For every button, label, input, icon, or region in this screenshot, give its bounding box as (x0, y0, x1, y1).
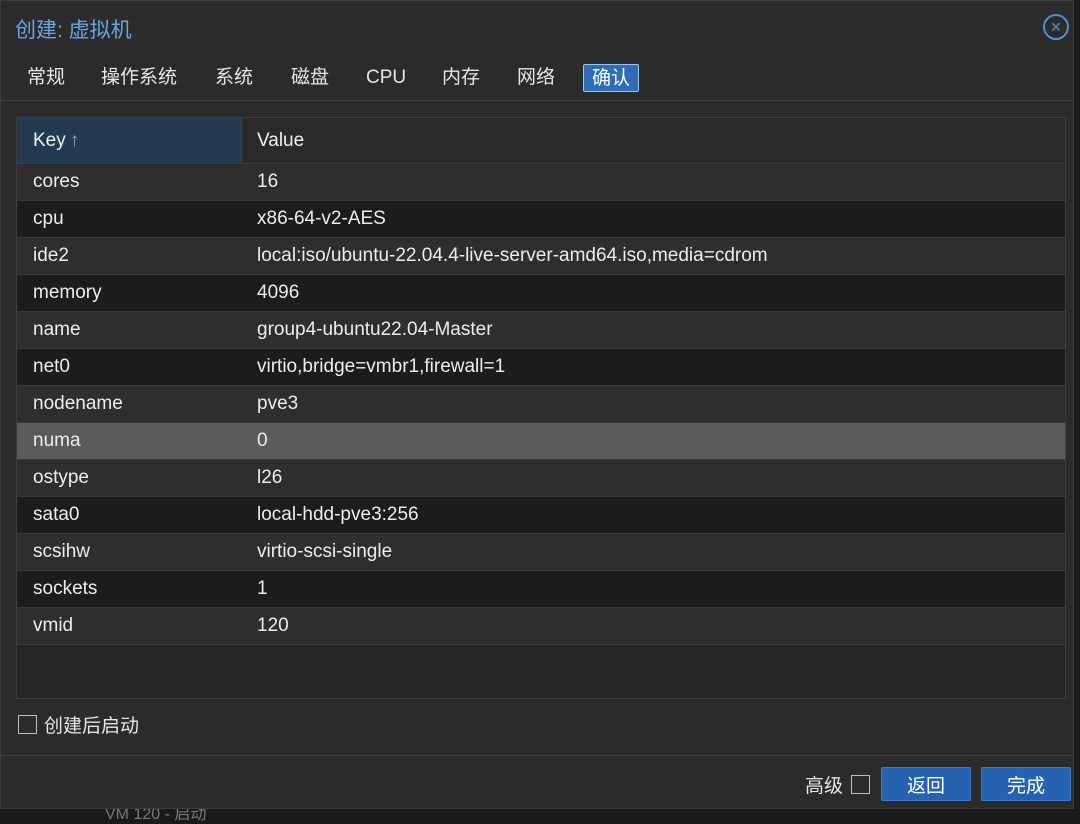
table-row[interactable]: nodename pve3 (17, 386, 1065, 423)
row-value: 120 (257, 615, 289, 636)
start-after-created-label: 创建后启动 (44, 715, 140, 737)
tab-cpu[interactable]: CPU (366, 64, 406, 92)
row-value: virtio-scsi-single (257, 541, 393, 562)
table-row[interactable]: ide2 local:iso/ubuntu-22.04.4-live-server… (17, 238, 1065, 275)
row-value: local-hdd-pve3:256 (257, 504, 419, 525)
row-key: sockets (33, 578, 98, 599)
tab-os[interactable]: 操作系统 (101, 64, 177, 92)
back-button[interactable]: 返回 (881, 767, 971, 801)
column-header-key-label: Key (33, 130, 66, 151)
table-row[interactable]: numa 0 (17, 423, 1065, 460)
row-key: numa (33, 430, 81, 451)
column-header-key[interactable]: Key ↑ (17, 118, 242, 163)
create-vm-dialog: 创建: 虚拟机 ✕ 常规 操作系统 系统 磁盘 CPU 内存 网络 确认 Key… (0, 0, 1074, 809)
row-key: nodename (33, 393, 123, 414)
tab-network[interactable]: 网络 (517, 64, 555, 92)
row-key: sata0 (33, 504, 80, 525)
advanced-checkbox[interactable] (851, 775, 871, 794)
row-key: memory (33, 282, 102, 303)
row-value: 1 (257, 578, 268, 599)
close-icon[interactable]: ✕ (1043, 14, 1069, 40)
dialog-titlebar: 创建: 虚拟机 ✕ (1, 1, 1073, 53)
row-key: net0 (33, 356, 70, 377)
table-row[interactable]: sata0 local-hdd-pve3:256 (17, 497, 1065, 534)
row-key: cpu (33, 208, 64, 229)
row-value: pve3 (257, 393, 299, 414)
grid-header: Key ↑ Value (17, 118, 1065, 164)
table-row[interactable]: cores 16 (17, 164, 1065, 201)
table-row[interactable]: cpu x86-64-v2-AES (17, 201, 1065, 238)
row-value: x86-64-v2-AES (257, 208, 386, 229)
table-row[interactable]: memory 4096 (17, 275, 1065, 312)
advanced-option[interactable]: 高级 (805, 771, 877, 798)
row-value: l26 (257, 467, 283, 488)
dialog-footer: 高级 返回 完成 (1, 755, 1073, 810)
tab-disks[interactable]: 磁盘 (291, 64, 329, 92)
tab-confirm[interactable]: 确认 (583, 64, 640, 92)
row-key: scsihw (33, 541, 91, 562)
sort-ascending-icon: ↑ (69, 130, 80, 151)
start-after-created-checkbox[interactable] (18, 714, 37, 734)
row-value: group4-ubuntu22.04-Master (257, 319, 493, 340)
column-header-value[interactable]: Value (242, 118, 1065, 163)
table-row[interactable]: scsihw virtio-scsi-single (17, 534, 1065, 571)
summary-grid: Key ↑ Value cores 16 cpu x86-64-v2-AES ide2 lo… (16, 117, 1066, 699)
finish-button[interactable]: 完成 (981, 767, 1071, 801)
row-key: ostype (33, 467, 89, 488)
row-key: name (33, 319, 81, 340)
tab-general[interactable]: 常规 (27, 64, 65, 92)
table-row[interactable]: vmid 120 (17, 608, 1065, 645)
tab-system[interactable]: 系统 (215, 64, 253, 92)
row-value: local:iso/ubuntu-22.04.4-live-server-amd… (257, 245, 768, 266)
dialog-title: 创建: 虚拟机 (15, 19, 132, 42)
table-row[interactable]: name group4-ubuntu22.04-Master (17, 312, 1065, 349)
wizard-tabs: 常规 操作系统 系统 磁盘 CPU 内存 网络 确认 (1, 53, 1073, 101)
row-key: vmid (33, 615, 74, 636)
table-row[interactable]: sockets 1 (17, 571, 1065, 608)
start-after-created-option[interactable]: 创建后启动 (18, 711, 139, 737)
tab-memory[interactable]: 内存 (442, 64, 480, 92)
row-value: 4096 (257, 282, 300, 303)
row-value: 16 (257, 171, 279, 192)
row-value: virtio,bridge=vmbr1,firewall=1 (257, 356, 506, 377)
row-value: 0 (257, 430, 268, 451)
advanced-label: 高级 (805, 776, 844, 797)
table-row[interactable]: net0 virtio,bridge=vmbr1,firewall=1 (17, 349, 1065, 386)
table-row[interactable]: ostype l26 (17, 460, 1065, 497)
grid-body: cores 16 cpu x86-64-v2-AES ide2 local:iso/ubu… (17, 164, 1065, 645)
row-key: ide2 (33, 245, 69, 266)
row-key: cores (33, 171, 80, 192)
